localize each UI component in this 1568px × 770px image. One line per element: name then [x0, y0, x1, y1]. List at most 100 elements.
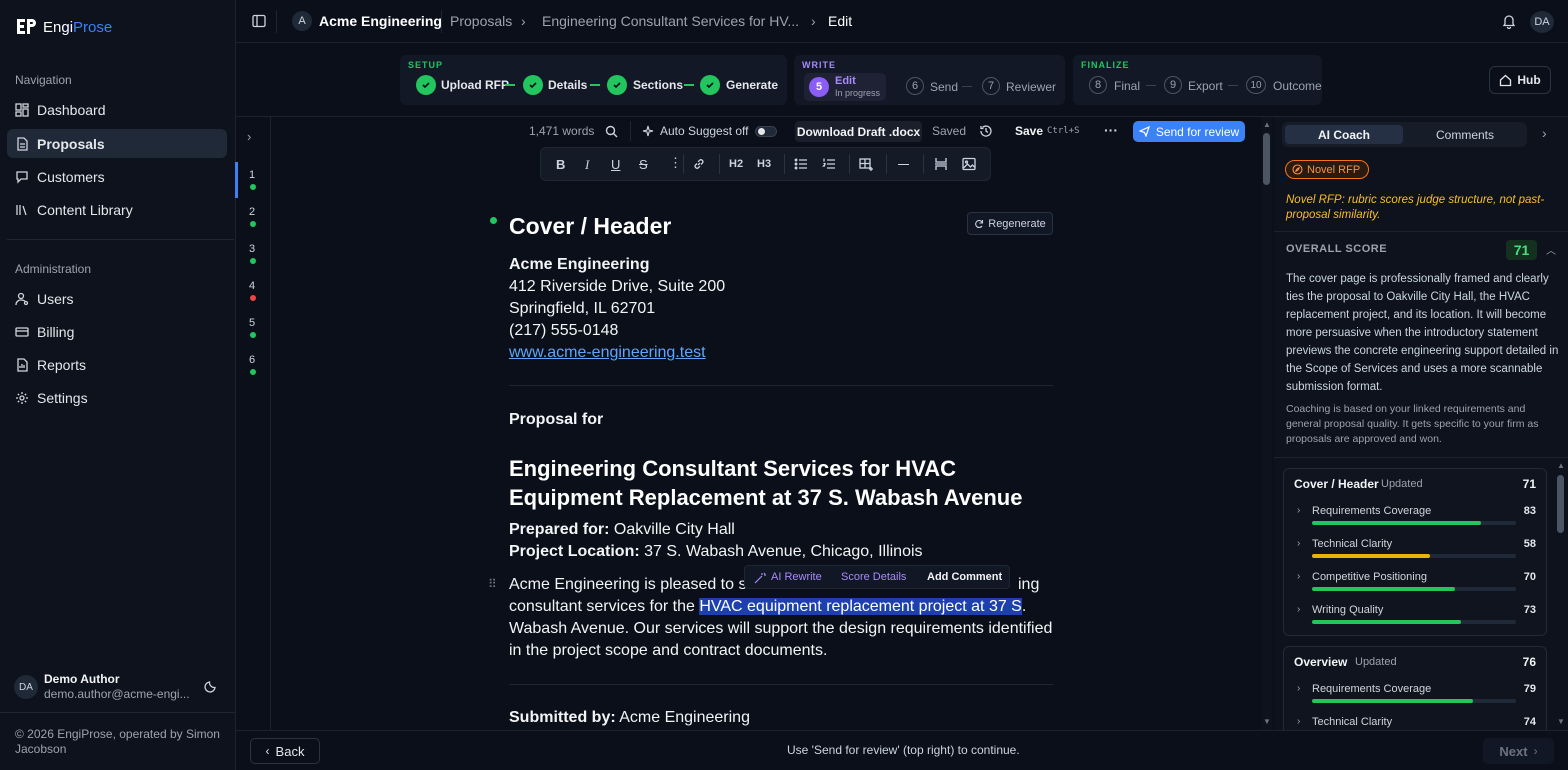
horizontal-rule-icon[interactable] — [898, 164, 909, 166]
numbered-list-icon[interactable] — [821, 157, 836, 174]
section-nav-2[interactable]: 2 — [249, 206, 255, 218]
table-icon[interactable] — [859, 157, 873, 174]
sidebar-item-customers[interactable]: Customers — [7, 162, 227, 191]
address-line-1: 412 Riverside Drive, Suite 200 — [509, 278, 726, 295]
user-menu-avatar[interactable]: DA — [1530, 11, 1554, 33]
section-nav-5[interactable]: 5 — [249, 317, 255, 329]
expand-metric-chevron-icon[interactable]: › — [1297, 505, 1300, 516]
scroll-up-icon[interactable]: ▲ — [1557, 461, 1565, 470]
expand-metric-chevron-icon[interactable]: › — [1297, 683, 1300, 694]
heading3-icon[interactable]: H3 — [757, 158, 771, 170]
strikethrough-icon[interactable]: S — [639, 157, 648, 172]
bell-icon[interactable] — [1502, 14, 1516, 32]
expand-metric-chevron-icon[interactable]: › — [1297, 716, 1300, 727]
underline-icon[interactable]: U — [611, 157, 620, 172]
add-comment-button[interactable]: Add Comment — [927, 571, 1002, 583]
tab-comments[interactable]: Comments — [1406, 125, 1524, 144]
drag-handle-icon[interactable]: ⠿ — [488, 577, 497, 591]
expand-rail-chevron-icon[interactable]: › — [247, 129, 251, 144]
scroll-down-icon[interactable]: ▼ — [1557, 717, 1565, 726]
metric-label[interactable]: Writing Quality — [1312, 604, 1383, 616]
step-upload-rfp[interactable]: Upload RFP — [441, 78, 509, 92]
metric-label[interactable]: Technical Clarity — [1312, 538, 1392, 550]
more-format-icon[interactable]: ⋮ — [669, 155, 682, 171]
step-details[interactable]: Details — [548, 78, 587, 92]
bold-icon[interactable]: B — [556, 157, 565, 172]
sidebar-footer-divider — [0, 712, 236, 713]
sidebar-item-users[interactable]: Users — [7, 284, 227, 313]
sidebar-item-dashboard[interactable]: Dashboard — [7, 95, 227, 124]
section-nav-3[interactable]: 3 — [249, 243, 255, 255]
breadcrumb-proposal[interactable]: Engineering Consultant Services for HV..… — [542, 13, 799, 29]
breadcrumb-proposals[interactable]: Proposals — [450, 13, 512, 29]
sidebar-item-label: Users — [37, 290, 74, 307]
score-card-title[interactable]: Overview — [1294, 655, 1347, 669]
hub-button[interactable]: Hub — [1489, 66, 1551, 94]
metric-label[interactable]: Requirements Coverage — [1312, 683, 1431, 695]
step-outcome[interactable]: Outcome — [1273, 79, 1322, 93]
topbar-divider — [276, 10, 277, 33]
theme-toggle-moon-icon[interactable] — [204, 678, 219, 696]
auto-suggest-toggle[interactable] — [755, 126, 777, 137]
website-link[interactable]: www.acme-engineering.test — [509, 342, 706, 364]
regenerate-button[interactable]: Regenerate — [967, 212, 1053, 235]
expand-metric-chevron-icon[interactable]: › — [1297, 604, 1300, 615]
sidebar-item-content-library[interactable]: Content Library — [7, 195, 227, 224]
history-icon[interactable] — [979, 124, 993, 141]
sidebar-item-reports[interactable]: Reports — [7, 350, 227, 379]
sidebar-item-proposals[interactable]: Proposals — [7, 129, 227, 158]
sidebar-item-billing[interactable]: Billing — [7, 317, 227, 346]
selected-text[interactable]: HVAC equipment replacement project at 37… — [699, 598, 1022, 615]
scroll-down-icon[interactable]: ▼ — [1263, 717, 1271, 726]
step-reviewer[interactable]: Reviewer — [1006, 80, 1056, 94]
send-for-review-button[interactable]: Send for review — [1133, 121, 1245, 142]
editor-scrollbar[interactable]: ▲ ▼ — [1262, 117, 1272, 730]
section-nav-4[interactable]: 4 — [249, 280, 255, 292]
page-break-icon[interactable] — [934, 157, 948, 174]
org-name[interactable]: Acme Engineering — [319, 13, 442, 29]
panel-scroll-thumb[interactable] — [1557, 475, 1564, 533]
scroll-up-icon[interactable]: ▲ — [1263, 120, 1271, 129]
metric-label[interactable]: Competitive Positioning — [1312, 571, 1427, 583]
document-icon — [15, 136, 29, 151]
panel-scrollbar[interactable]: ▲ ▼ — [1556, 459, 1566, 730]
bullet-list-icon[interactable] — [794, 157, 808, 174]
search-icon[interactable] — [605, 125, 618, 141]
home-icon — [1500, 74, 1512, 86]
step-edit-number: 5 — [809, 77, 829, 97]
metric-label[interactable]: Requirements Coverage — [1312, 505, 1431, 517]
section-nav-1[interactable]: 1 — [249, 169, 255, 181]
prepared-for-label: Prepared for: — [509, 521, 610, 538]
link-icon[interactable] — [692, 157, 706, 174]
image-icon[interactable] — [962, 157, 976, 174]
more-options-icon[interactable]: ··· — [1104, 122, 1118, 138]
user-avatar[interactable]: DA — [14, 675, 38, 699]
collapse-panel-chevron-icon[interactable]: › — [1542, 125, 1547, 141]
ai-rewrite-button[interactable]: AI Rewrite — [771, 571, 822, 583]
collapse-score-chevron-icon[interactable]: ︿ — [1546, 242, 1556, 257]
section-nav-6[interactable]: 6 — [249, 354, 255, 366]
tab-ai-coach[interactable]: AI Coach — [1285, 125, 1403, 144]
sidebar-item-settings[interactable]: Settings — [7, 383, 227, 412]
document-editor[interactable]: 1,471 words Auto Suggest off Download Dr… — [272, 117, 1260, 730]
app-logo[interactable]: EngiProse — [15, 17, 112, 37]
back-button[interactable]: ‹ Back — [250, 738, 320, 764]
save-button[interactable]: Save — [1015, 124, 1043, 138]
step-export[interactable]: Export — [1188, 79, 1223, 93]
step-final[interactable]: Final — [1114, 79, 1140, 93]
italic-icon[interactable]: I — [585, 157, 589, 173]
next-button[interactable]: Next › — [1483, 738, 1554, 764]
expand-metric-chevron-icon[interactable]: › — [1297, 571, 1300, 582]
saved-status: Saved — [932, 124, 967, 138]
score-details-button[interactable]: Score Details — [841, 571, 906, 583]
heading2-icon[interactable]: H2 — [729, 158, 743, 170]
editor-scroll-thumb[interactable] — [1263, 133, 1270, 185]
step-generate[interactable]: Generate — [726, 78, 778, 92]
metric-label[interactable]: Technical Clarity — [1312, 716, 1392, 728]
expand-metric-chevron-icon[interactable]: › — [1297, 538, 1300, 549]
download-draft-button[interactable]: Download Draft .docx — [795, 121, 922, 142]
score-card-title[interactable]: Cover / Header — [1294, 477, 1379, 491]
step-sections[interactable]: Sections — [633, 78, 683, 92]
step-send[interactable]: Send — [930, 80, 958, 94]
sidebar-toggle-icon[interactable] — [252, 14, 266, 31]
